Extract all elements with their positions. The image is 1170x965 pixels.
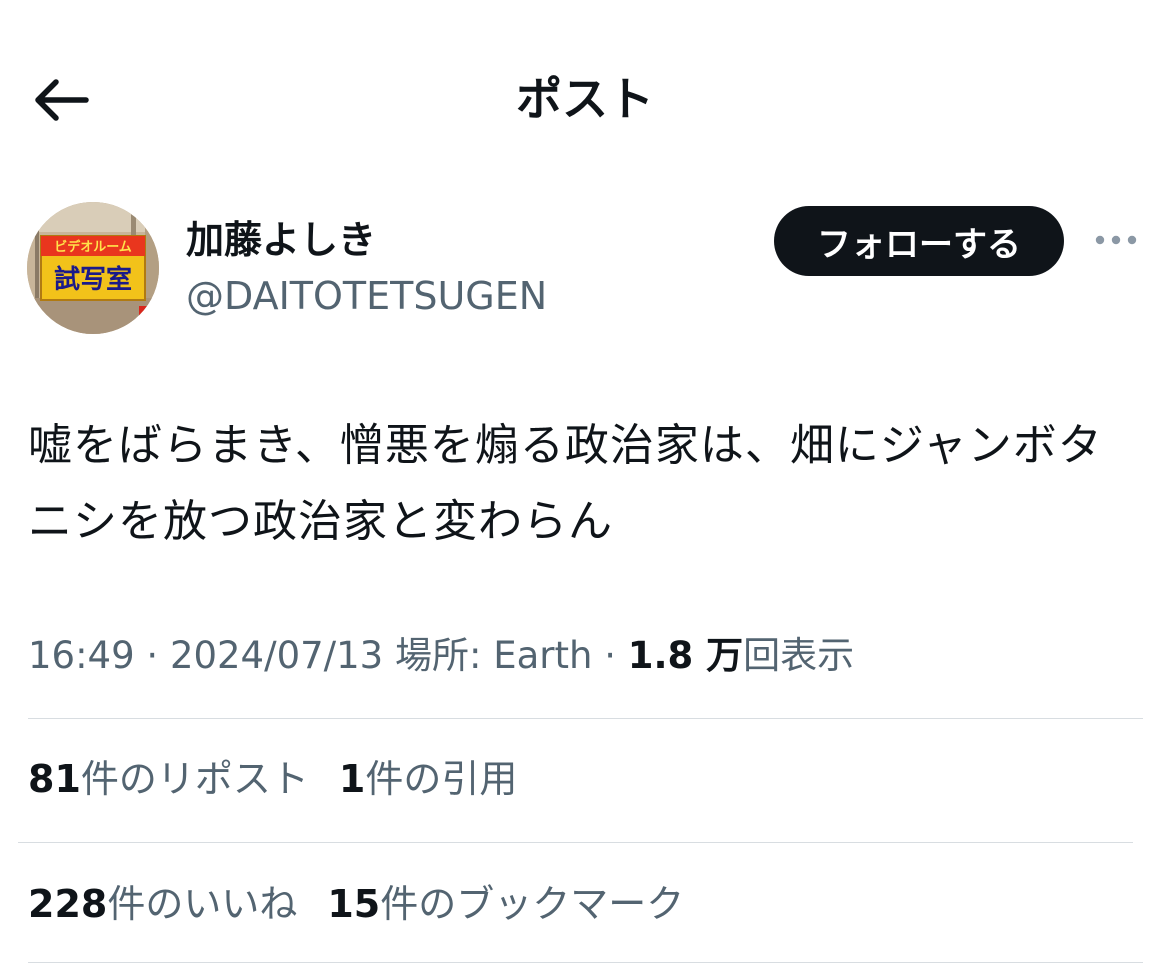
reposts-label: 件のリポスト (80, 757, 309, 801)
display-name[interactable]: 加藤よしき (186, 214, 376, 266)
engagement-row-2: 228件のいいね 15件のブックマーク (28, 878, 684, 930)
user-handle[interactable]: @DAITOTETSUGEN (186, 270, 547, 322)
avatar-image: ビデオルーム 試写室 (27, 202, 159, 334)
follow-button[interactable]: フォローする (774, 206, 1064, 276)
quotes-stat[interactable]: 1件の引用 (339, 753, 517, 805)
post-time[interactable]: 16:49 (28, 634, 135, 677)
page-title: ポスト (516, 72, 654, 126)
likes-label: 件のいいね (107, 882, 298, 926)
reposts-stat[interactable]: 81件のリポスト (28, 753, 309, 805)
likes-stat[interactable]: 228件のいいね (28, 878, 297, 930)
bookmarks-label: 件のブックマーク (380, 882, 685, 926)
likes-count: 228 (28, 882, 108, 926)
post-text: 嘘をばらまき、憎悪を煽る政治家は、畑にジャンボタニシを放つ政治家と変わらん (28, 420, 1103, 547)
more-horizontal-icon (1095, 235, 1137, 245)
divider (28, 718, 1143, 719)
bookmarks-count: 15 (327, 882, 381, 926)
divider (28, 962, 1143, 963)
views-count: 1.8 万 (627, 634, 744, 677)
more-button[interactable] (1092, 222, 1140, 258)
reposts-count: 81 (28, 757, 81, 801)
views-label: 回表示 (743, 634, 855, 677)
post-date[interactable]: 2024/07/13 (170, 634, 383, 677)
engagement-row-1: 81件のリポスト 1件の引用 (28, 753, 517, 805)
post-location: 場所: Earth (394, 634, 593, 677)
divider (18, 842, 1133, 843)
quotes-count: 1 (338, 757, 366, 801)
top-bar: ポスト (0, 0, 1170, 200)
quotes-label: 件の引用 (365, 757, 518, 801)
svg-text:試写室: 試写室 (54, 264, 132, 295)
meta-separator: · (146, 634, 159, 677)
svg-text:ビデオルーム: ビデオルーム (54, 239, 132, 255)
avatar[interactable]: ビデオルーム 試写室 (27, 202, 159, 334)
post-meta: 16:49 · 2024/07/13 場所: Earth · 1.8 万回表示 (28, 630, 854, 682)
bookmarks-stat[interactable]: 15件のブックマーク (327, 878, 684, 930)
meta-separator: · (604, 634, 616, 677)
